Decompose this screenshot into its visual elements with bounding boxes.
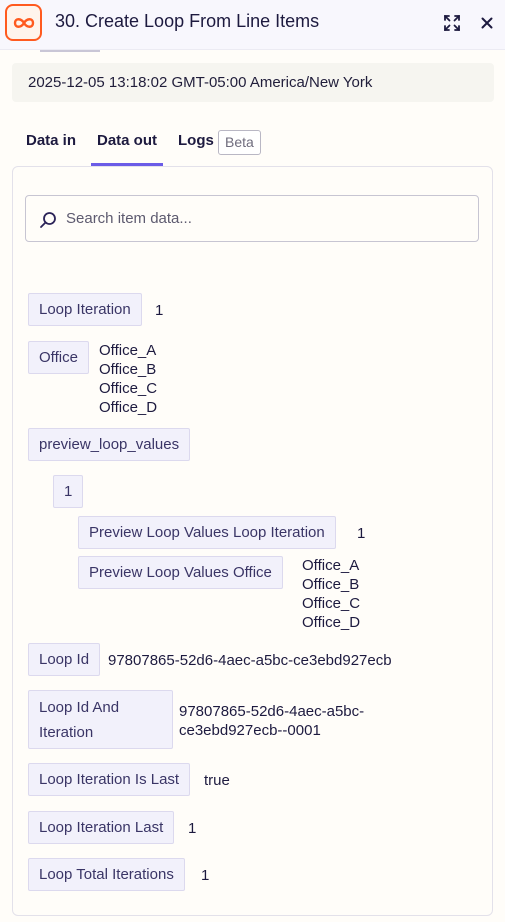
search-box[interactable] bbox=[25, 195, 479, 242]
value-office: Office_A Office_B Office_C Office_D bbox=[99, 341, 157, 417]
office-value-item: Office_B bbox=[99, 361, 157, 378]
value-loop-iteration-is-last: true bbox=[204, 772, 230, 789]
key-loop-id[interactable]: Loop Id bbox=[28, 643, 101, 676]
office-value-item: Office_C bbox=[99, 380, 158, 397]
loop-icon bbox=[5, 4, 42, 41]
key-loop-id-and-iteration-line2: Iteration bbox=[39, 724, 94, 741]
value-loop-iteration: 1 bbox=[155, 302, 164, 319]
value-loop-iteration-last: 1 bbox=[188, 820, 197, 837]
key-office[interactable]: Office bbox=[28, 341, 89, 374]
key-preview-loop-values[interactable]: preview_loop_values bbox=[28, 428, 191, 461]
preview-office-value-item: Office_B bbox=[302, 576, 360, 593]
step-details-panel: 30. Create Loop From Line Items 2025-12-… bbox=[0, 0, 505, 922]
key-preview-index-1[interactable]: 1 bbox=[53, 475, 84, 508]
beta-badge: Beta bbox=[218, 130, 261, 155]
value-preview-loop-iteration: 1 bbox=[357, 525, 366, 542]
clipped-heading bbox=[40, 50, 120, 54]
key-loop-iteration-last[interactable]: Loop Iteration Last bbox=[28, 811, 175, 844]
value-loop-id: 97807865-52d6-4aec-a5bc-ce3ebd927ecb bbox=[108, 652, 392, 669]
search-icon bbox=[40, 212, 56, 228]
key-loop-iteration[interactable]: Loop Iteration bbox=[28, 293, 142, 326]
key-loop-iteration-is-last[interactable]: Loop Iteration Is Last bbox=[28, 763, 191, 796]
tab-data-out[interactable]: Data out bbox=[91, 132, 163, 166]
run-timestamp: 2025-12-05 13:18:02 GMT-05:00 America/Ne… bbox=[12, 63, 494, 102]
value-loop-id-and-iteration-line1: 97807865-52d6-4aec-a5bc- bbox=[179, 703, 365, 720]
expand-icon bbox=[444, 15, 460, 31]
key-preview-office[interactable]: Preview Loop Values Office bbox=[78, 556, 283, 589]
value-preview-office: Office_A Office_B Office_C Office_D bbox=[302, 556, 360, 632]
search-input[interactable] bbox=[66, 196, 466, 241]
value-loop-id-and-iteration-line2: ce3ebd927ecb--0001 bbox=[179, 722, 321, 739]
key-loop-id-and-iteration[interactable]: Loop Id And Iteration bbox=[28, 690, 173, 749]
expand-button[interactable] bbox=[439, 10, 465, 36]
tab-data-out-label: Data out bbox=[97, 132, 157, 149]
close-icon bbox=[481, 17, 493, 29]
panel-header: 30. Create Loop From Line Items bbox=[0, 0, 505, 50]
key-loop-total-iterations[interactable]: Loop Total Iterations bbox=[28, 858, 185, 891]
office-value-item: Office_D bbox=[99, 399, 158, 416]
value-loop-total-iterations: 1 bbox=[201, 867, 210, 884]
value-loop-id-and-iteration: 97807865-52d6-4aec-a5bc- ce3ebd927ecb--0… bbox=[179, 702, 364, 740]
tab-logs[interactable]: Logs bbox=[178, 132, 214, 149]
step-title: 30. Create Loop From Line Items bbox=[55, 11, 320, 31]
preview-office-value-item: Office_A bbox=[302, 557, 360, 574]
tab-data-in[interactable]: Data in bbox=[26, 132, 76, 149]
preview-office-value-item: Office_D bbox=[302, 614, 361, 631]
office-value-item: Office_A bbox=[99, 342, 157, 359]
key-loop-id-and-iteration-line1: Loop Id And bbox=[39, 699, 120, 716]
close-button[interactable] bbox=[474, 10, 500, 36]
key-preview-loop-iteration[interactable]: Preview Loop Values Loop Iteration bbox=[78, 516, 336, 549]
preview-office-value-item: Office_C bbox=[302, 595, 361, 612]
